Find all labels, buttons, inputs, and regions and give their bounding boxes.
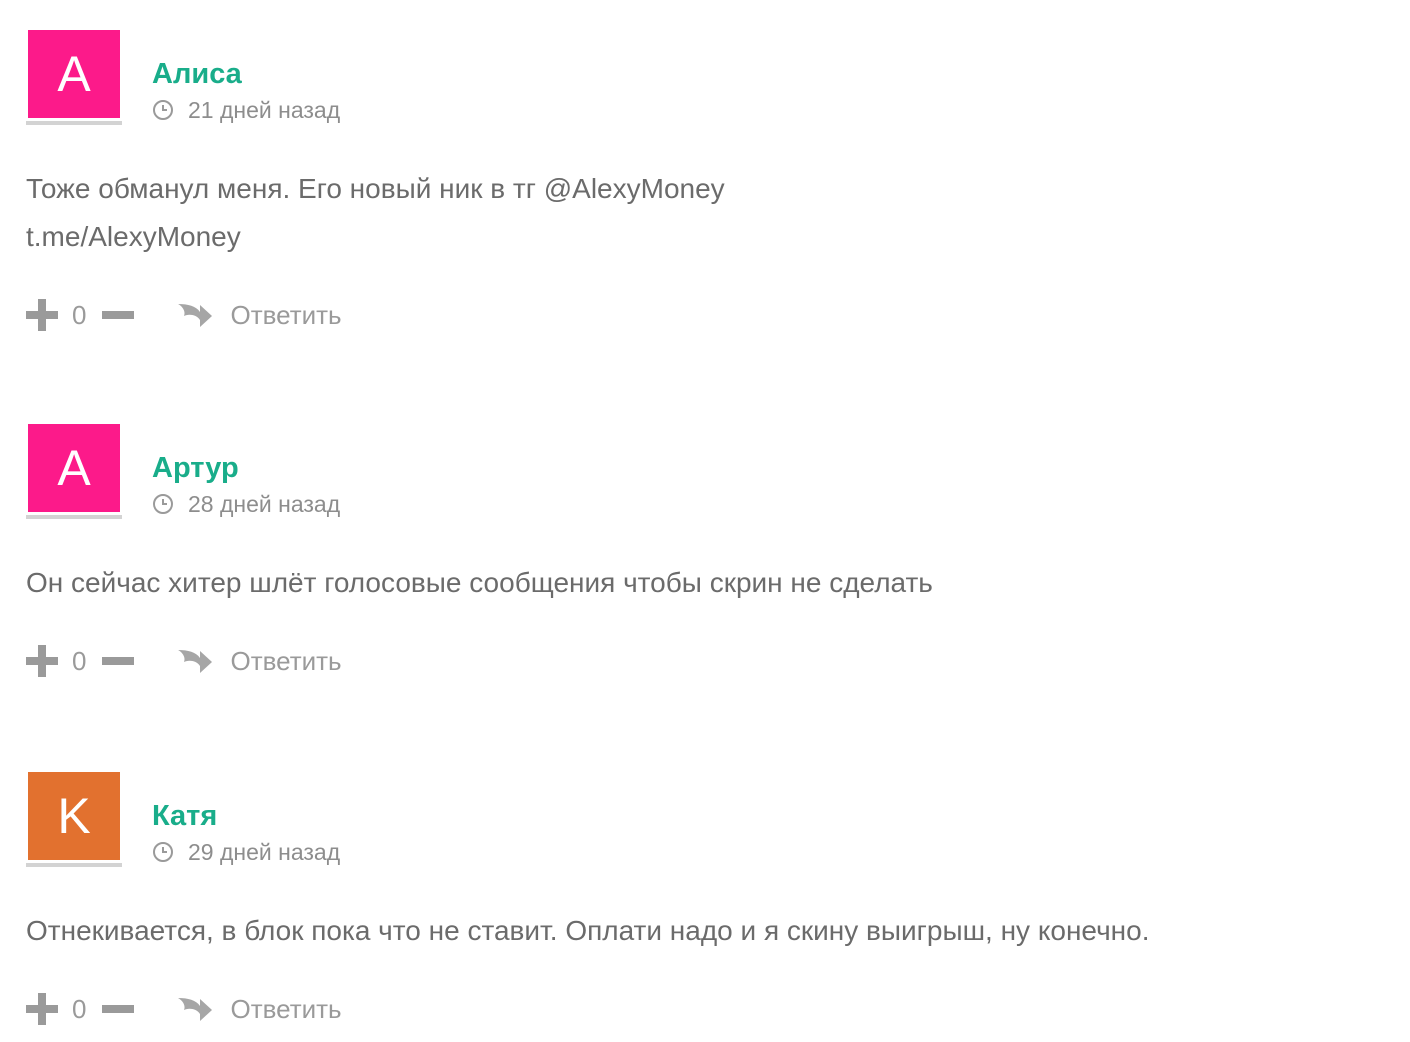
comment-actions: 0 Ответить <box>26 641 1386 681</box>
vote-count: 0 <box>72 299 87 330</box>
author-name[interactable]: Алиса <box>152 57 340 91</box>
comment: A Алиса 21 дней назад Тоже обманул меня.… <box>26 30 1386 335</box>
avatar-underline <box>26 121 122 125</box>
reply-arrow-icon <box>178 650 213 673</box>
reply-label: Ответить <box>230 645 342 676</box>
comment-header: A Алиса 21 дней назад <box>26 30 1386 125</box>
comment-actions: 0 Ответить <box>26 989 1386 1029</box>
time-label: 29 дней назад <box>188 839 341 865</box>
comment-actions: 0 Ответить <box>26 295 1386 335</box>
comment-meta: Катя 29 дней назад <box>152 772 340 866</box>
comment-line: Тоже обманул меня. Его новый ник в тг @A… <box>26 173 725 204</box>
author-name[interactable]: Катя <box>152 799 340 833</box>
reply-label: Ответить <box>230 299 342 330</box>
comment-text: Он сейчас хитер шлёт голосовые сообщения… <box>26 559 1386 607</box>
avatar-letter: A <box>28 424 120 512</box>
avatar[interactable]: A <box>26 30 122 125</box>
comment: K Катя 29 дней назад Отнекивается, в бло… <box>26 772 1386 1029</box>
avatar-underline <box>26 515 122 519</box>
avatar[interactable]: K <box>26 772 122 867</box>
comment-line: Отнекивается, в блок пока что не ставит.… <box>26 915 1150 946</box>
author-name[interactable]: Артур <box>152 451 340 485</box>
time-label: 28 дней назад <box>188 491 341 517</box>
vote-down-icon[interactable] <box>102 1005 135 1013</box>
avatar-letter: A <box>28 30 120 118</box>
vote-up-icon[interactable] <box>26 645 58 677</box>
reply-label: Ответить <box>230 993 342 1024</box>
reply-arrow-icon <box>178 998 213 1021</box>
comment-time: 28 дней назад <box>152 490 340 518</box>
comment-header: K Катя 29 дней назад <box>26 772 1386 867</box>
time-label: 21 дней назад <box>188 97 341 123</box>
comment: A Артур 28 дней назад Он сейчас хитер шл… <box>26 424 1386 681</box>
vote-count: 0 <box>72 993 87 1024</box>
vote-up-icon[interactable] <box>26 993 58 1025</box>
avatar-letter: K <box>28 772 120 860</box>
comment-time: 29 дней назад <box>152 838 340 866</box>
vote-down-icon[interactable] <box>102 311 135 319</box>
reply-button[interactable]: Ответить <box>178 645 342 677</box>
comment-header: A Артур 28 дней назад <box>26 424 1386 519</box>
comment-line: t.me/AlexyMoney <box>26 221 241 252</box>
comment-line: Он сейчас хитер шлёт голосовые сообщения… <box>26 567 933 598</box>
comment-time: 21 дней назад <box>152 96 340 124</box>
avatar[interactable]: A <box>26 424 122 519</box>
clock-icon <box>153 842 173 862</box>
reply-arrow-icon <box>178 304 213 327</box>
avatar-underline <box>26 863 122 867</box>
clock-icon <box>153 494 173 514</box>
comment-meta: Алиса 21 дней назад <box>152 30 340 124</box>
clock-icon <box>153 100 173 120</box>
reply-button[interactable]: Ответить <box>178 299 342 331</box>
reply-button[interactable]: Ответить <box>178 993 342 1025</box>
vote-count: 0 <box>72 645 87 676</box>
vote-down-icon[interactable] <box>102 657 135 665</box>
comment-text: Тоже обманул меня. Его новый ник в тг @A… <box>26 165 1386 261</box>
comment-meta: Артур 28 дней назад <box>152 424 340 518</box>
vote-up-icon[interactable] <box>26 299 58 331</box>
comment-text: Отнекивается, в блок пока что не ставит.… <box>26 907 1386 955</box>
